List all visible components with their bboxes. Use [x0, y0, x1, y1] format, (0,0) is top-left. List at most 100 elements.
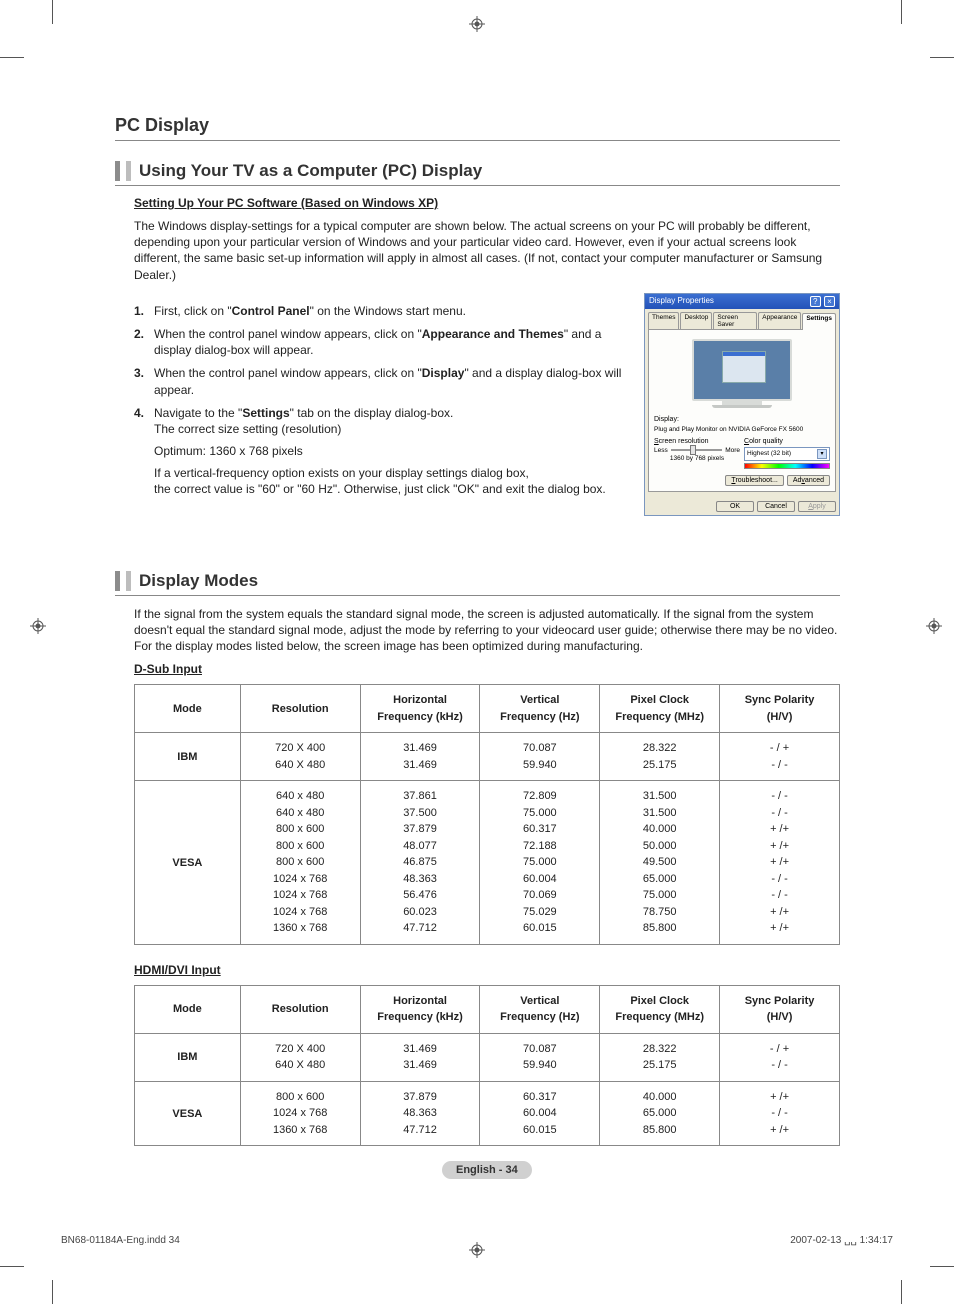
dialog-title: Display Properties	[649, 296, 714, 307]
mode-cell: IBM	[135, 733, 241, 781]
th-vfreq: Vertical Frequency (Hz)	[480, 985, 600, 1033]
text: When the control panel window appears, c…	[154, 327, 422, 341]
bold-text: Display	[422, 366, 465, 380]
troubleshoot-button[interactable]: Troubleshoot...	[725, 475, 783, 486]
step-text: When the control panel window appears, c…	[154, 326, 632, 358]
cell: + /+ - / - + /+	[720, 1081, 840, 1146]
color-quality-label: Color quality	[744, 438, 830, 445]
th-resolution: Resolution	[240, 685, 360, 733]
bold-text: Appearance and Themes	[422, 327, 564, 341]
cell: 70.087 59.940	[480, 1033, 600, 1081]
th-resolution: Resolution	[240, 985, 360, 1033]
th-mode: Mode	[135, 685, 241, 733]
crop-mark	[52, 0, 53, 24]
th-sync: Sync Polarity (H/V)	[720, 685, 840, 733]
mode-cell: IBM	[135, 1033, 241, 1081]
hdmi-label: HDMI/DVI Input	[134, 963, 840, 977]
cell: 37.879 48.363 47.712	[360, 1081, 480, 1146]
step-number: 1.	[134, 303, 154, 319]
tab-themes[interactable]: Themes	[648, 312, 679, 329]
step-text: When the control panel window appears, c…	[154, 365, 632, 397]
crop-mark	[901, 0, 902, 24]
cell: 31.469 31.469	[360, 733, 480, 781]
heading-bar-icon	[115, 571, 120, 591]
subheading-row: Using Your TV as a Computer (PC) Display	[115, 161, 840, 186]
subheading: Using Your TV as a Computer (PC) Display	[139, 161, 482, 185]
ok-button[interactable]: OK	[716, 501, 754, 512]
tab-appearance[interactable]: Appearance	[758, 312, 801, 329]
slider-more: More	[725, 447, 740, 454]
slider-less: Less	[654, 447, 668, 454]
crop-mark	[52, 1280, 53, 1304]
cell: 31.469 31.469	[360, 1033, 480, 1081]
tab-settings[interactable]: Settings	[802, 313, 836, 330]
advanced-button[interactable]: Advanced	[787, 475, 830, 486]
footer-timestamp: 2007-02-13 ␣␣ 1:34:17	[790, 1235, 893, 1246]
page-number-badge: English - 34	[442, 1161, 532, 1179]
hdmi-table: Mode Resolution Horizontal Frequency (kH…	[134, 985, 840, 1147]
text: The correct size setting (resolution)	[154, 422, 341, 436]
cell: - / - - / - + /+ + /+ + /+ - / - - / - +…	[720, 781, 840, 945]
color-quality-select[interactable]: Highest (32 bit) ▾	[744, 447, 830, 461]
crop-mark	[901, 1280, 902, 1304]
table-row: VESA 800 x 600 1024 x 768 1360 x 768 37.…	[135, 1081, 840, 1146]
display-value: Plug and Play Monitor on NVIDIA GeForce …	[654, 426, 830, 433]
table-row: VESA 640 x 480 640 x 480 800 x 600 800 x…	[135, 781, 840, 945]
th-hfreq: Horizontal Frequency (kHz)	[360, 685, 480, 733]
table-row: IBM 720 X 400 640 X 480 31.469 31.469 70…	[135, 733, 840, 781]
registration-mark-icon	[469, 16, 485, 32]
subheading-row: Display Modes	[115, 571, 840, 596]
text: When the control panel window appears, c…	[154, 366, 422, 380]
cell: 37.861 37.500 37.879 48.077 46.875 48.36…	[360, 781, 480, 945]
optimum-res: Optimum: 1360 x 768 pixels	[154, 443, 632, 459]
step-number: 3.	[134, 365, 154, 397]
th-pclock: Pixel Clock Frequency (MHz)	[600, 985, 720, 1033]
setup-link: Setting Up Your PC Software (Based on Wi…	[134, 196, 840, 210]
modes-intro: If the signal from the system equals the…	[134, 606, 840, 655]
cell: 72.809 75.000 60.317 72.188 75.000 60.00…	[480, 781, 600, 945]
dialog-titlebar: Display Properties ? ×	[645, 294, 839, 309]
color-spectrum-icon	[744, 463, 830, 469]
crop-mark	[930, 1266, 954, 1267]
cell: 40.000 65.000 85.800	[600, 1081, 720, 1146]
th-pclock: Pixel Clock Frequency (MHz)	[600, 685, 720, 733]
step-text: First, click on "Control Panel" on the W…	[154, 303, 632, 319]
dsub-label: D-Sub Input	[134, 662, 840, 676]
th-vfreq: Vertical Frequency (Hz)	[480, 685, 600, 733]
heading-bar-icon	[115, 161, 120, 181]
mode-cell: VESA	[135, 1081, 241, 1146]
resolution-slider[interactable]: Less More	[654, 447, 740, 454]
cell: 60.317 60.004 60.015	[480, 1081, 600, 1146]
dialog-tabs: Themes Desktop Screen Saver Appearance S…	[645, 309, 839, 329]
cell: - / + - / -	[720, 733, 840, 781]
help-icon[interactable]: ?	[810, 296, 821, 307]
text: Navigate to the "	[154, 406, 242, 420]
cell: 70.087 59.940	[480, 733, 600, 781]
step-3: 3. When the control panel window appears…	[134, 365, 632, 397]
text: " tab on the display dialog-box.	[290, 406, 454, 420]
footer-filename: BN68-01184A-Eng.indd 34	[61, 1235, 180, 1246]
th-sync: Sync Polarity (H/V)	[720, 985, 840, 1033]
display-label: Display:	[654, 416, 830, 423]
crop-mark	[930, 57, 954, 58]
tab-screensaver[interactable]: Screen Saver	[713, 312, 757, 329]
step-number: 4.	[134, 405, 154, 437]
cell: 28.322 25.175	[600, 1033, 720, 1081]
chevron-down-icon: ▾	[817, 449, 827, 459]
step-1: 1. First, click on "Control Panel" on th…	[134, 303, 632, 319]
intro-paragraph: The Windows display-settings for a typic…	[134, 218, 840, 283]
tab-desktop[interactable]: Desktop	[680, 312, 712, 329]
apply-button[interactable]: Apply	[798, 501, 836, 512]
heading-bar-icon	[126, 571, 131, 591]
close-icon[interactable]: ×	[824, 296, 835, 307]
th-mode: Mode	[135, 985, 241, 1033]
registration-mark-icon	[926, 618, 942, 634]
resolution-value: 1360 by 768 pixels	[654, 455, 740, 462]
cancel-button[interactable]: Cancel	[757, 501, 795, 512]
monitor-preview-icon	[687, 339, 797, 408]
registration-mark-icon	[469, 1242, 485, 1258]
cell: 720 X 400 640 X 480	[240, 733, 360, 781]
bold-text: Settings	[242, 406, 289, 420]
step-4: 4. Navigate to the "Settings" tab on the…	[134, 405, 632, 437]
cell: 640 x 480 640 x 480 800 x 600 800 x 600 …	[240, 781, 360, 945]
